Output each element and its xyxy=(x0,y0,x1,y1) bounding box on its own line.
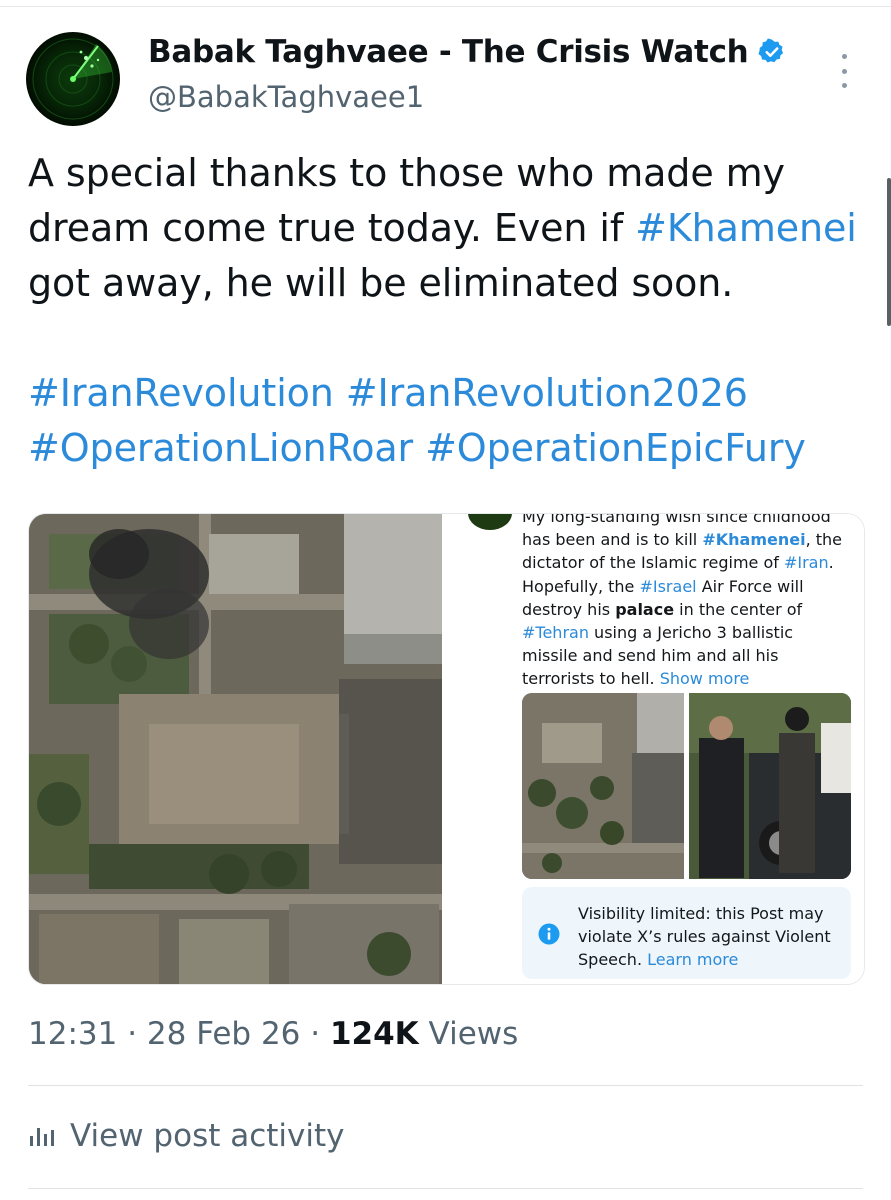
meta-separator: · xyxy=(300,1016,330,1052)
embedded-text-part: in the center of xyxy=(674,599,803,619)
tweet-text-part: got away, he will be eliminated soon. xyxy=(28,261,734,305)
bar-chart-icon xyxy=(30,1128,54,1146)
more-vertical-icon[interactable] xyxy=(834,54,854,88)
embedded-bold-palace: palace xyxy=(615,599,675,619)
embedded-hashtag-iran: #Iran xyxy=(783,553,829,573)
embedded-photo xyxy=(689,693,851,879)
divider xyxy=(28,1085,863,1086)
views-count: 124K xyxy=(329,1016,419,1052)
embedded-post-screenshot[interactable]: My long-standing wish since childhood ha… xyxy=(450,514,864,984)
hashtag-operationlionroar[interactable]: #OperationLionRoar xyxy=(28,426,413,470)
embedded-hashtag-tehran: #Tehran xyxy=(522,623,589,643)
hashtag-khamenei[interactable]: #Khamenei xyxy=(635,206,857,250)
radar-icon xyxy=(32,38,114,120)
embedded-post-text: My long-standing wish since childhood ha… xyxy=(522,514,852,691)
view-post-activity-label: View post activity xyxy=(70,1118,345,1154)
view-post-activity-button[interactable]: View post activity xyxy=(28,1118,345,1154)
scrollbar[interactable] xyxy=(887,178,891,326)
post-meta: 12:31 · 28 Feb 26 · 124K Views xyxy=(28,1016,518,1052)
tweet-body: A special thanks to those who made my dr… xyxy=(28,146,868,311)
author-name[interactable]: Babak Taghvaee - The Crisis Watch xyxy=(148,34,749,70)
embedded-satellite-image xyxy=(522,693,684,879)
hashtag-iranrevolution2026[interactable]: #IranRevolution2026 xyxy=(346,371,748,415)
embedded-media xyxy=(522,693,851,879)
learn-more-link: Learn more xyxy=(647,950,739,969)
satellite-image[interactable] xyxy=(29,514,442,984)
divider xyxy=(28,1188,863,1189)
post-date[interactable]: 28 Feb 26 xyxy=(147,1016,301,1052)
author-name-row[interactable]: Babak Taghvaee - The Crisis Watch xyxy=(148,34,786,70)
hashtag-operationepicfury[interactable]: #OperationEpicFury xyxy=(425,426,806,470)
hashtag-iranrevolution[interactable]: #IranRevolution xyxy=(28,371,334,415)
author-handle[interactable]: @BabakTaghvaee1 xyxy=(148,80,424,114)
info-icon xyxy=(538,923,560,945)
media-grid: My long-standing wish since childhood ha… xyxy=(28,513,865,985)
views-label: Views xyxy=(418,1016,519,1052)
visibility-notice: Visibility limited: this Post may violat… xyxy=(522,887,851,979)
embedded-show-more: Show more xyxy=(659,669,750,689)
tweet-text: A special thanks to those who made my dr… xyxy=(28,146,868,476)
embedded-hashtag-israel: #Israel xyxy=(639,576,697,596)
verified-badge-icon xyxy=(758,38,784,63)
meta-separator: · xyxy=(117,1016,147,1052)
embedded-avatar xyxy=(468,514,512,530)
notice-text: Visibility limited: this Post may violat… xyxy=(578,902,840,971)
author-avatar[interactable] xyxy=(26,32,120,126)
embedded-hashtag-khamenei: #Khamenei xyxy=(702,530,806,550)
top-divider xyxy=(0,0,891,7)
post-time[interactable]: 12:31 xyxy=(28,1016,117,1052)
tweet-hashtags: #IranRevolution #IranRevolution2026 #Ope… xyxy=(28,366,868,476)
